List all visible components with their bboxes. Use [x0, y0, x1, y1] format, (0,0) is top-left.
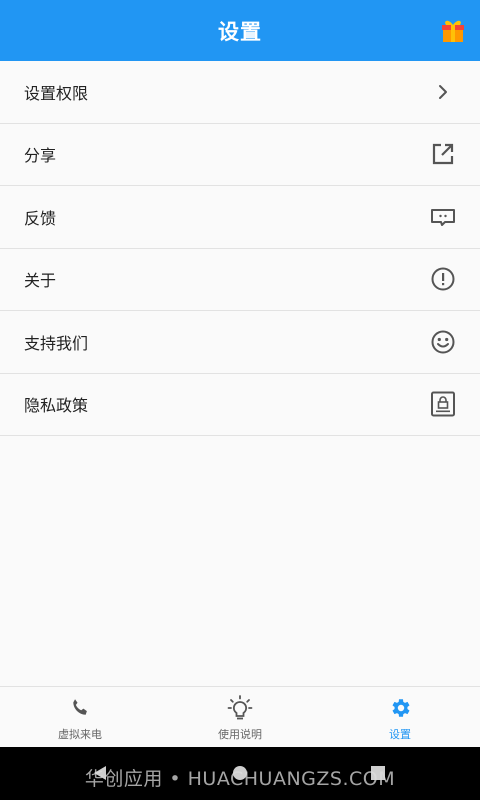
gear-icon [387, 695, 413, 721]
menu-item-share[interactable]: 分享 [0, 123, 480, 186]
phone-icon [67, 695, 93, 721]
menu-item-about[interactable]: 关于 [0, 248, 480, 311]
watermark: 华创应用 • HUACHUANGZS.COM [84, 768, 396, 790]
exclamation-circle-icon [430, 266, 456, 292]
menu-item-label: 隐私政策 [24, 396, 89, 416]
menu-item-support[interactable]: 支持我们 [0, 311, 480, 374]
menu-item-label: 关于 [24, 271, 57, 291]
feedback-message-icon [430, 204, 456, 230]
menu-item-label: 反馈 [24, 208, 57, 228]
gift-icon[interactable] [440, 17, 466, 43]
smiley-icon [430, 329, 456, 355]
settings-list: 设置权限 分享 反馈 关于 支持我们 隐私政策 [0, 61, 480, 436]
tab-settings[interactable]: 设置 [320, 687, 480, 747]
chevron-right-icon [430, 79, 456, 105]
external-link-icon [430, 141, 456, 167]
tab-label: 设置 [389, 727, 411, 741]
page-title: 设置 [218, 19, 262, 44]
menu-item-privacy[interactable]: 隐私政策 [0, 373, 480, 436]
app-header: 设置 [0, 0, 480, 61]
privacy-lock-document-icon [430, 391, 456, 417]
tab-virtual-call[interactable]: 虚拟来电 [0, 687, 160, 747]
tab-instructions[interactable]: 使用说明 [160, 687, 320, 747]
bottom-tab-bar: 虚拟来电 使用说明 设置 [0, 686, 480, 747]
lightbulb-icon [227, 694, 253, 721]
menu-item-label: 支持我们 [24, 333, 89, 353]
menu-item-feedback[interactable]: 反馈 [0, 186, 480, 249]
menu-item-label: 设置权限 [24, 83, 89, 103]
tab-label: 使用说明 [218, 727, 262, 741]
menu-item-permissions[interactable]: 设置权限 [0, 61, 480, 124]
tab-label: 虚拟来电 [58, 727, 102, 741]
menu-item-label: 分享 [24, 146, 57, 166]
